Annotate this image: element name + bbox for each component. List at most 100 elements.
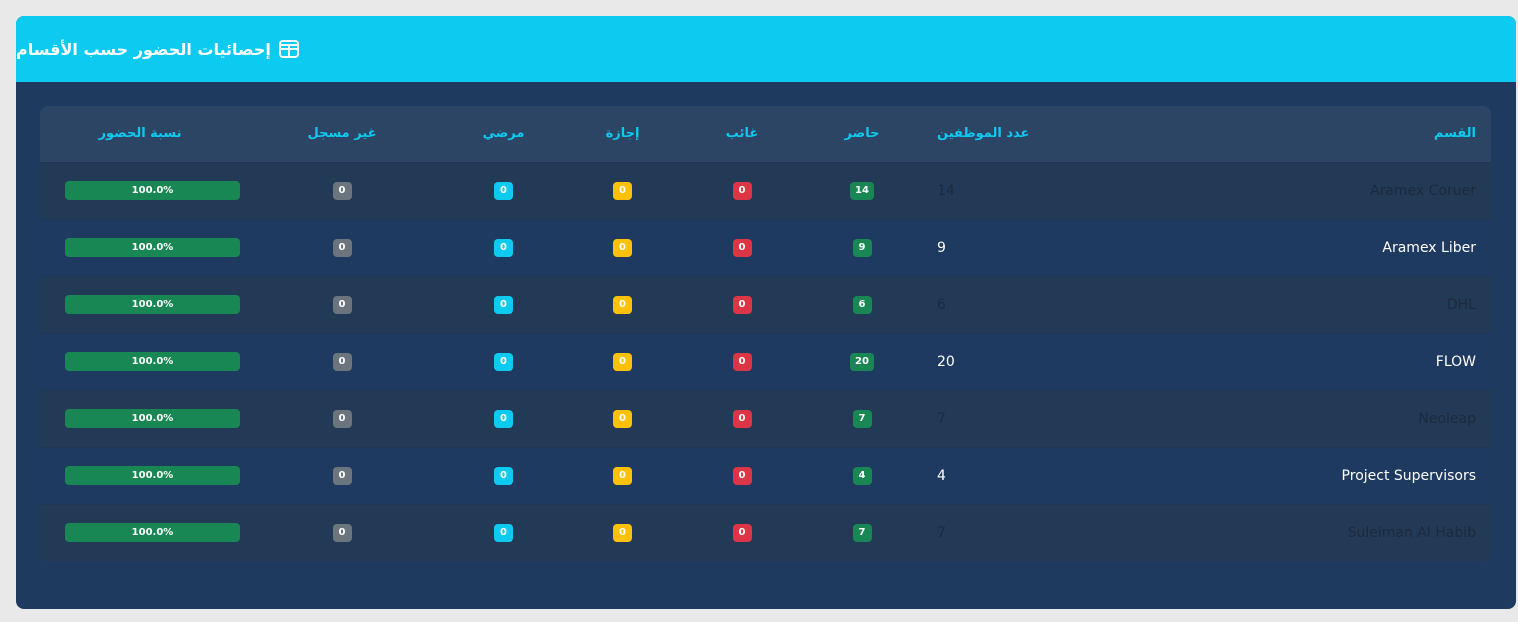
table-header-row: القسم عدد الموظفين حاضر غائب إجازة مرضي … <box>40 106 1491 162</box>
absent-cell: 0 <box>682 276 802 333</box>
unregistered-cell: 0 <box>240 504 444 561</box>
attendance-progress: 100.0% <box>65 523 240 543</box>
employee-count: 4 <box>937 467 946 484</box>
dept-name: Project Supervisors <box>1341 467 1476 484</box>
sick-badge: 0 <box>494 467 513 485</box>
absent-badge: 0 <box>732 239 752 257</box>
table-row[interactable]: Project Supervisors 4 4 0 0 0 0 100.0% <box>40 447 1491 504</box>
leave-cell: 0 <box>563 219 682 276</box>
attendance-progress-bar: 100.0% <box>65 466 240 485</box>
unregistered-cell: 0 <box>240 447 444 504</box>
rate-cell: 100.0% <box>40 219 240 276</box>
rate-cell: 100.0% <box>40 333 240 390</box>
col-header-count[interactable]: عدد الموظفين <box>922 106 1152 162</box>
dept-name: Aramex Liber <box>1382 239 1476 256</box>
sick-cell: 0 <box>444 390 563 447</box>
leave-badge: 0 <box>613 239 632 257</box>
absent-badge: 0 <box>732 467 752 485</box>
unregistered-badge: 0 <box>332 182 352 200</box>
table-body: Aramex Coruer 14 14 0 0 0 0 100.0% Aramex Liber 9… <box>40 162 1491 561</box>
employee-count: 20 <box>937 353 955 370</box>
present-badge: 7 <box>852 524 872 543</box>
col-header-present[interactable]: حاضر <box>802 106 922 162</box>
attendance-progress-bar: 100.0% <box>65 295 240 314</box>
table-row[interactable]: Aramex Coruer 14 14 0 0 0 0 100.0% <box>40 162 1491 219</box>
leave-badge: 0 <box>613 524 632 543</box>
attendance-progress: 100.0% <box>65 238 240 257</box>
present-badge: 14 <box>850 182 874 200</box>
sick-cell: 0 <box>444 447 563 504</box>
sick-cell: 0 <box>444 162 563 219</box>
unregistered-cell: 0 <box>240 333 444 390</box>
sick-cell: 0 <box>444 276 563 333</box>
sick-badge: 0 <box>494 239 513 257</box>
sick-badge: 0 <box>494 410 513 428</box>
unregistered-cell: 0 <box>240 390 444 447</box>
leave-badge: 0 <box>613 296 632 314</box>
rate-cell: 100.0% <box>40 162 240 219</box>
absent-badge: 0 <box>732 182 752 200</box>
absent-badge: 0 <box>732 353 752 371</box>
rate-cell: 100.0% <box>40 504 240 561</box>
leave-cell: 0 <box>563 333 682 390</box>
leave-badge: 0 <box>613 182 632 200</box>
absent-cell: 0 <box>682 447 802 504</box>
rate-cell: 100.0% <box>40 447 240 504</box>
col-header-dept[interactable]: القسم <box>1152 106 1491 162</box>
present-cell: 14 <box>802 162 922 219</box>
present-badge: 20 <box>850 353 874 371</box>
sick-cell: 0 <box>444 504 563 561</box>
sick-badge: 0 <box>494 296 513 314</box>
absent-badge: 0 <box>732 410 752 428</box>
present-badge: 6 <box>852 296 872 314</box>
present-cell: 7 <box>802 504 922 561</box>
card-title: إحصائيات الحضور حسب الأقسام <box>16 39 271 59</box>
leave-cell: 0 <box>563 390 682 447</box>
present-cell: 7 <box>802 390 922 447</box>
col-header-absent[interactable]: غائب <box>682 106 802 162</box>
rate-cell: 100.0% <box>40 390 240 447</box>
leave-cell: 0 <box>563 276 682 333</box>
absent-cell: 0 <box>682 333 802 390</box>
attendance-progress-bar: 100.0% <box>65 181 240 200</box>
present-cell: 6 <box>802 276 922 333</box>
table-row[interactable]: DHL 6 6 0 0 0 0 100.0% <box>40 276 1491 333</box>
absent-cell: 0 <box>682 504 802 561</box>
absent-badge: 0 <box>732 296 752 314</box>
present-badge: 9 <box>852 239 872 257</box>
present-badge: 4 <box>852 467 872 485</box>
col-header-rate[interactable]: نسبة الحضور <box>40 106 240 162</box>
absent-badge: 0 <box>732 524 752 543</box>
sick-badge: 0 <box>494 182 513 200</box>
unregistered-badge: 0 <box>332 239 352 257</box>
unregistered-badge: 0 <box>332 467 352 485</box>
attendance-table-container: القسم عدد الموظفين حاضر غائب إجازة مرضي … <box>40 106 1491 562</box>
attendance-progress-bar: 100.0% <box>65 238 240 257</box>
table-icon <box>278 40 299 58</box>
employee-count: 9 <box>937 239 946 256</box>
absent-cell: 0 <box>682 162 802 219</box>
leave-cell: 0 <box>563 162 682 219</box>
attendance-progress: 100.0% <box>65 409 240 428</box>
table-row[interactable]: FLOW 20 20 0 0 0 0 100.0% <box>40 333 1491 390</box>
department-attendance-card: إحصائيات الحضور حسب الأقسام القسم عدد ال… <box>16 16 1516 609</box>
table-row[interactable]: Neoleap 7 7 0 0 0 0 100.0% <box>40 390 1491 447</box>
col-header-leave[interactable]: إجازة <box>563 106 682 162</box>
sick-badge: 0 <box>494 353 513 371</box>
present-cell: 20 <box>802 333 922 390</box>
unregistered-cell: 0 <box>240 219 444 276</box>
table-row[interactable]: Aramex Liber 9 9 0 0 0 0 100.0% <box>40 219 1491 276</box>
table-row[interactable]: Suleiman Al Habib 7 7 0 0 0 0 100.0% <box>40 504 1491 561</box>
employee-count: 14 <box>937 182 955 199</box>
attendance-progress-bar: 100.0% <box>65 409 240 428</box>
present-cell: 4 <box>802 447 922 504</box>
attendance-progress-bar: 100.0% <box>65 523 240 543</box>
dept-name: Suleiman Al Habib <box>1347 524 1476 541</box>
sick-badge: 0 <box>494 524 513 543</box>
col-header-sick[interactable]: مرضي <box>444 106 563 162</box>
dept-name: DHL <box>1446 296 1476 313</box>
leave-badge: 0 <box>613 467 632 485</box>
attendance-progress: 100.0% <box>65 466 240 485</box>
col-header-unregistered[interactable]: غير مسجل <box>240 106 444 162</box>
attendance-progress-bar: 100.0% <box>65 352 240 371</box>
